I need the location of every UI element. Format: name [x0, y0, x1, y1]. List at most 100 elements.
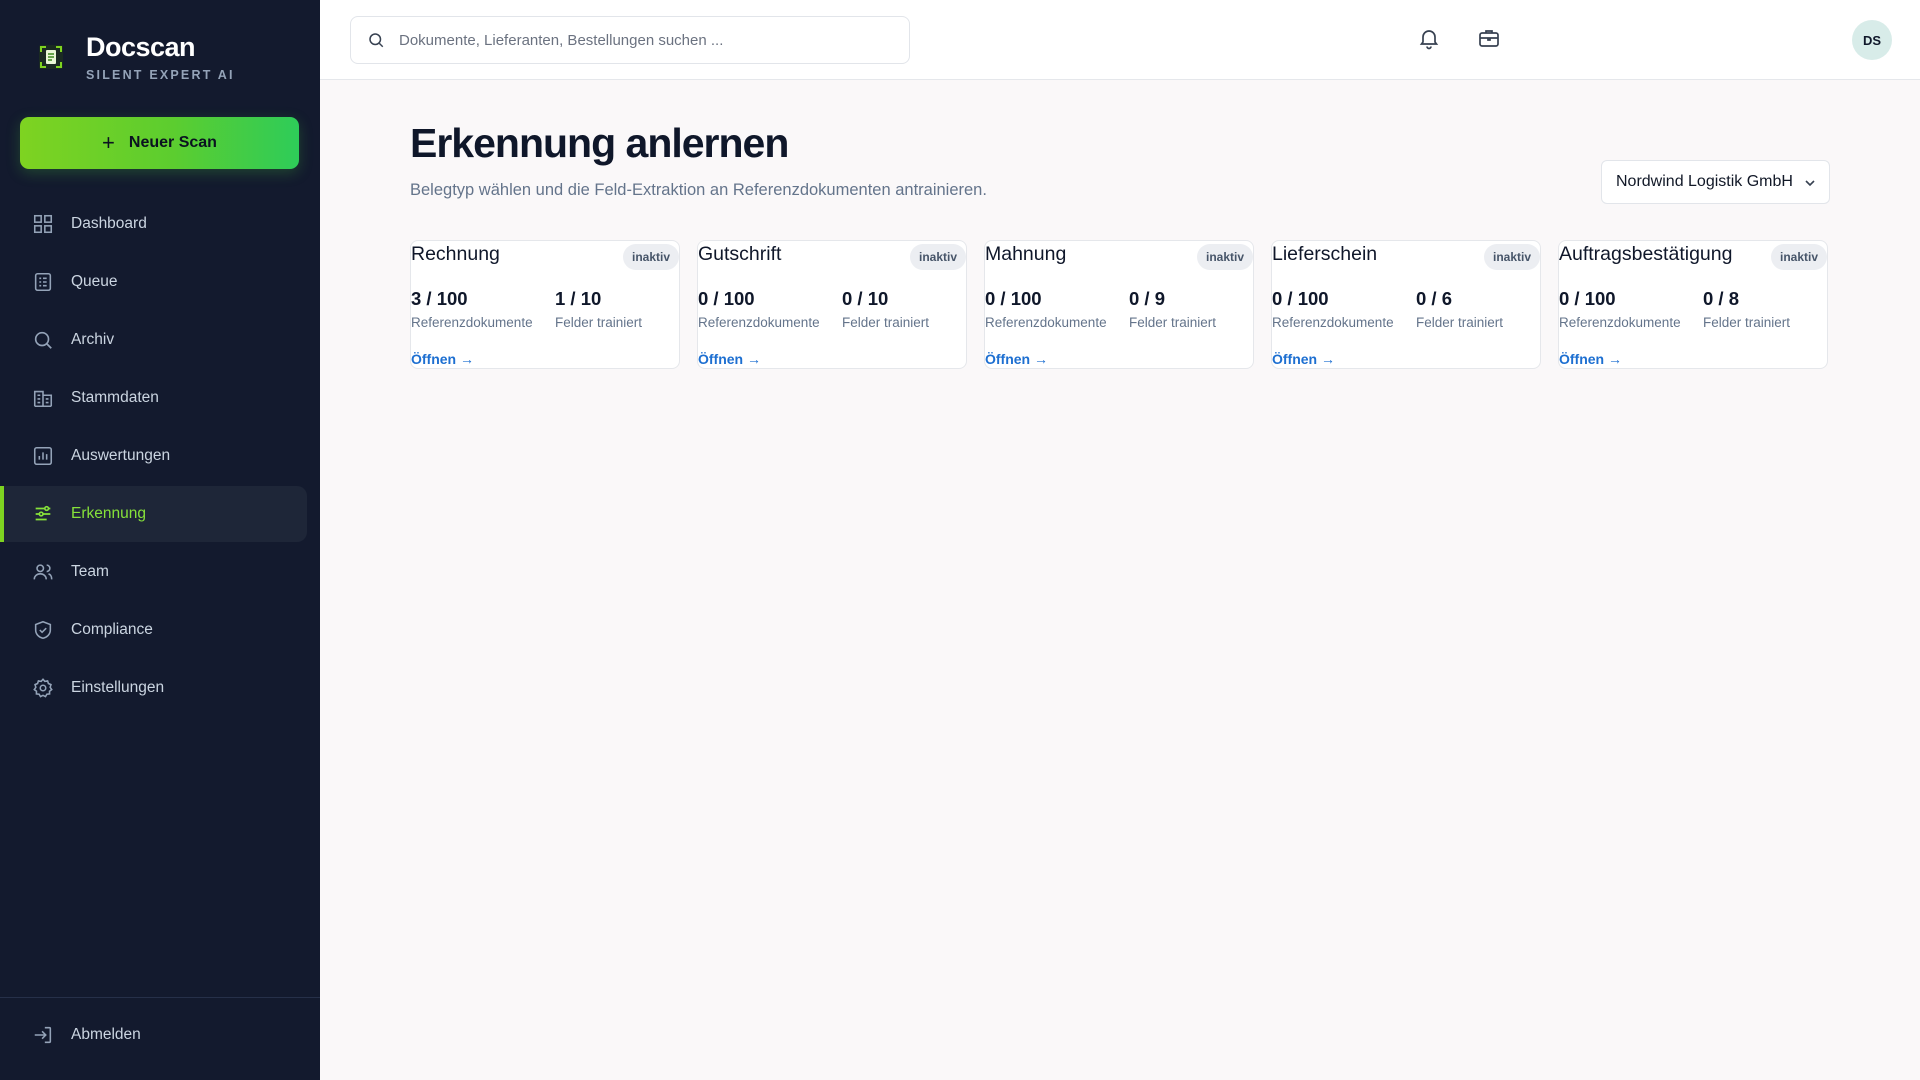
- topbar: DS: [320, 0, 1920, 80]
- stat-value: 3 / 100: [411, 288, 468, 309]
- sidebar-item-auswertungen[interactable]: Auswertungen: [0, 428, 307, 484]
- status-badge: inaktiv: [1770, 244, 1827, 270]
- trained-fields-stat: 0 / 9 Felder trainiert: [1129, 287, 1216, 330]
- sidebar-item-label: Erkennung: [71, 505, 146, 522]
- grid-icon: [33, 214, 53, 234]
- document-scan-icon: [39, 45, 63, 69]
- sidebar-item-erkennung[interactable]: Erkennung: [0, 486, 307, 542]
- status-badge: inaktiv: [1483, 244, 1540, 270]
- card-title: Auftragsbestätigung: [1559, 243, 1733, 265]
- page-subtitle: Belegtyp wählen und die Feld-Extraktion …: [410, 181, 987, 199]
- company-select-value: Nordwind Logistik GmbH: [1616, 173, 1793, 190]
- sliders-icon: [35, 505, 51, 521]
- brand-name: Docscan: [86, 32, 196, 62]
- open-link[interactable]: Öffnen →: [1272, 351, 1335, 367]
- sidebar-item-label: Auswertungen: [71, 447, 171, 464]
- sidebar-item-label: Stammdaten: [71, 389, 159, 406]
- card-title: Lieferschein: [1272, 243, 1378, 265]
- doc-type-card-auftragsbestaetigung[interactable]: Auftragsbestätigung inaktiv 0 / 100 Refe…: [1558, 240, 1828, 369]
- trained-fields-stat: 1 / 10 Felder trainiert: [555, 287, 642, 330]
- chart-icon: [33, 446, 53, 466]
- chevron-down-icon: [1805, 180, 1815, 187]
- trained-fields-stat: 0 / 6 Felder trainiert: [1416, 287, 1503, 330]
- reference-docs-stat: 0 / 100 Referenzdokumente: [985, 287, 1107, 330]
- open-link[interactable]: Öffnen →: [985, 351, 1048, 367]
- stat-value: 0 / 9: [1129, 288, 1165, 309]
- sidebar-item-label: Team: [71, 563, 109, 580]
- avatar[interactable]: DS: [1852, 20, 1892, 60]
- stat-label: Felder trainiert: [1416, 315, 1504, 330]
- stat-value: 0 / 8: [1703, 288, 1739, 309]
- sidebar-nav: Dashboard Queue Archiv Stammdaten Auswer…: [0, 196, 320, 718]
- doc-type-card-lieferschein[interactable]: Lieferschein inaktiv 0 / 100 Referenzdok…: [1271, 240, 1541, 369]
- page-title: Erkennung anlernen: [410, 120, 789, 166]
- sidebar-item-einstellungen[interactable]: Einstellungen: [0, 660, 307, 716]
- logout-icon: [34, 1026, 52, 1044]
- bell-icon[interactable]: [1417, 26, 1441, 50]
- open-link[interactable]: Öffnen →: [698, 351, 761, 367]
- new-scan-button[interactable]: + Neuer Scan: [20, 117, 299, 169]
- logout-button[interactable]: Abmelden: [0, 1007, 320, 1063]
- sidebar-divider: [0, 997, 320, 998]
- new-scan-label: Neuer Scan: [128, 134, 217, 151]
- list-icon: [34, 272, 52, 292]
- stat-label: Referenzdokumente: [1559, 315, 1681, 330]
- search-icon: [369, 33, 384, 48]
- stat-label: Referenzdokumente: [411, 315, 533, 330]
- gear-icon: [33, 678, 53, 698]
- logout-label: Abmelden: [71, 1026, 141, 1043]
- trained-fields-stat: 0 / 8 Felder trainiert: [1703, 287, 1790, 330]
- doc-type-card-rechnung[interactable]: Rechnung inaktiv 3 / 100 Referenzdokumen…: [410, 240, 680, 369]
- doc-type-card-mahnung[interactable]: Mahnung inaktiv 0 / 100 Referenzdokument…: [984, 240, 1254, 369]
- stat-value: 0 / 100: [985, 288, 1042, 309]
- search-icon: [34, 331, 52, 349]
- plus-icon: +: [102, 130, 115, 155]
- sidebar-item-archiv[interactable]: Archiv: [0, 312, 307, 368]
- stat-label: Felder trainiert: [1703, 315, 1791, 330]
- doc-type-card-gutschrift[interactable]: Gutschrift inaktiv 0 / 100 Referenzdokum…: [697, 240, 967, 369]
- stat-value: 0 / 100: [698, 288, 755, 309]
- stat-label: Felder trainiert: [842, 315, 930, 330]
- card-title: Gutschrift: [698, 243, 782, 265]
- sidebar-item-label: Dashboard: [71, 215, 147, 232]
- sidebar-item-label: Compliance: [71, 621, 153, 638]
- status-badge: inaktiv: [909, 244, 966, 270]
- document-type-cards: Rechnung inaktiv 3 / 100 Referenzdokumen…: [410, 240, 1828, 369]
- stat-value: 0 / 100: [1272, 288, 1329, 309]
- company-select[interactable]: Nordwind Logistik GmbH: [1601, 160, 1830, 204]
- sidebar-item-stammdaten[interactable]: Stammdaten: [0, 370, 307, 426]
- users-icon: [33, 564, 53, 580]
- sidebar-item-compliance[interactable]: Compliance: [0, 602, 307, 658]
- brand[interactable]: Docscan SILENT EXPERT AI: [38, 30, 235, 82]
- card-title: Rechnung: [411, 243, 500, 265]
- sidebar-item-label: Einstellungen: [71, 679, 165, 696]
- brand-tagline: SILENT EXPERT AI: [86, 68, 235, 82]
- trained-fields-stat: 0 / 10 Felder trainiert: [842, 287, 929, 330]
- stat-value: 0 / 10: [842, 288, 889, 309]
- reference-docs-stat: 0 / 100 Referenzdokumente: [1559, 287, 1681, 330]
- stat-value: 0 / 100: [1559, 288, 1616, 309]
- stat-label: Referenzdokumente: [985, 315, 1107, 330]
- stat-label: Felder trainiert: [555, 315, 643, 330]
- stat-value: 0 / 6: [1416, 288, 1452, 309]
- status-badge: inaktiv: [1196, 244, 1253, 270]
- sidebar-item-label: Archiv: [71, 331, 115, 348]
- card-title: Mahnung: [985, 243, 1067, 265]
- stat-label: Referenzdokumente: [1272, 315, 1394, 330]
- stat-label: Felder trainiert: [1129, 315, 1217, 330]
- sidebar-item-team[interactable]: Team: [0, 544, 307, 600]
- open-link[interactable]: Öffnen →: [411, 351, 474, 367]
- sidebar: Docscan SILENT EXPERT AI + Neuer Scan Da…: [0, 0, 320, 1080]
- sidebar-item-label: Queue: [71, 273, 118, 290]
- status-badge: inaktiv: [622, 244, 679, 270]
- stat-label: Referenzdokumente: [698, 315, 820, 330]
- sidebar-item-dashboard[interactable]: Dashboard: [0, 196, 307, 252]
- reference-docs-stat: 3 / 100 Referenzdokumente: [411, 287, 533, 330]
- search-input[interactable]: [399, 31, 879, 49]
- open-link[interactable]: Öffnen →: [1559, 351, 1622, 367]
- sidebar-item-queue[interactable]: Queue: [0, 254, 307, 310]
- search-box[interactable]: [350, 16, 910, 64]
- briefcase-icon[interactable]: [1477, 26, 1501, 50]
- building-icon: [33, 390, 53, 408]
- stat-value: 1 / 10: [555, 288, 602, 309]
